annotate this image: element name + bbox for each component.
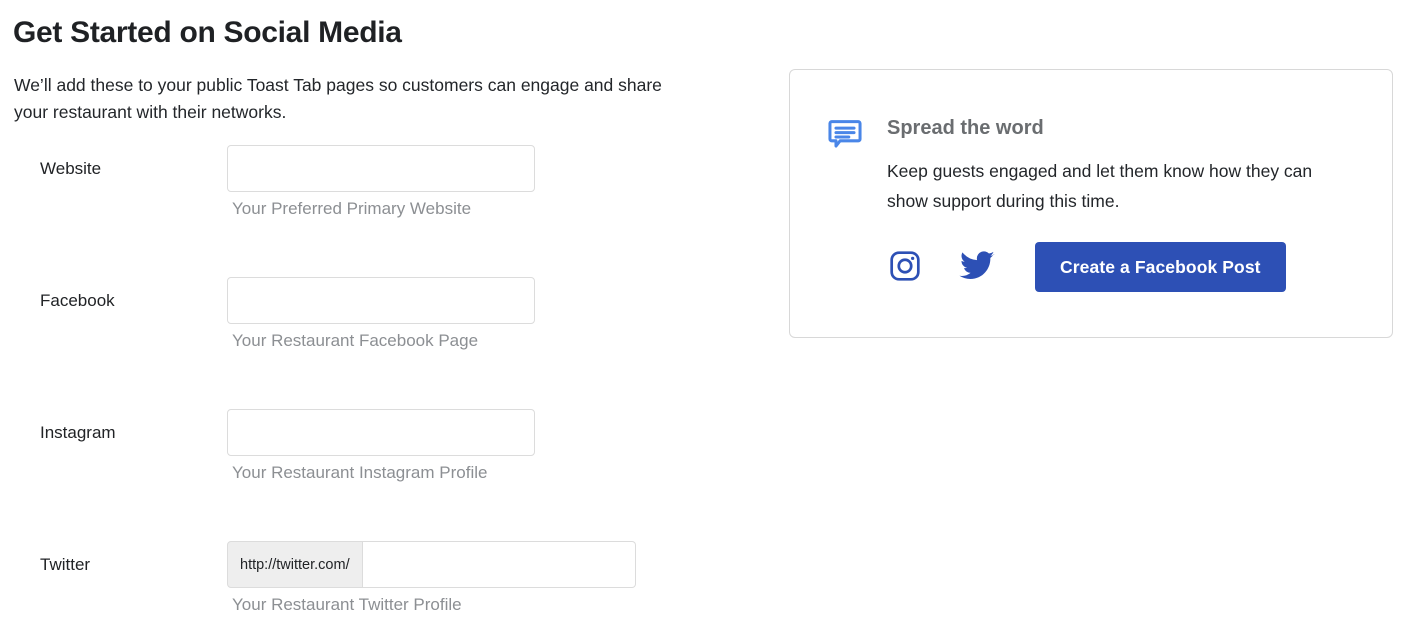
field-control-twitter: http://twitter.com/ bbox=[227, 541, 653, 588]
twitter-input-group: http://twitter.com/ bbox=[227, 541, 653, 588]
twitter-url-prefix: http://twitter.com/ bbox=[227, 541, 363, 588]
promo-card-body: Keep guests engaged and let them know ho… bbox=[887, 161, 1313, 211]
helper-text-instagram: Your Restaurant Instagram Profile bbox=[232, 463, 488, 482]
helper-text-website: Your Preferred Primary Website bbox=[232, 199, 472, 218]
field-control-facebook bbox=[227, 277, 535, 324]
promo-card-actions: Create a Facebook Post bbox=[885, 242, 1286, 292]
helper-text-twitter: Your Restaurant Twitter Profile bbox=[232, 595, 462, 614]
speech-bubble-icon bbox=[826, 115, 864, 153]
website-input[interactable] bbox=[227, 145, 535, 192]
field-control-website bbox=[227, 145, 535, 192]
promo-card-title: Spread the word bbox=[887, 117, 1044, 139]
field-label-instagram: Instagram bbox=[40, 423, 116, 442]
field-label-facebook: Facebook bbox=[40, 291, 115, 310]
page-intro-text: We’ll add these to your public Toast Tab… bbox=[14, 75, 662, 122]
field-control-instagram bbox=[227, 409, 535, 456]
social-media-form-section: Get Started on Social Media We’ll add th… bbox=[0, 0, 760, 644]
create-facebook-post-button[interactable]: Create a Facebook Post bbox=[1035, 242, 1286, 292]
twitter-input[interactable] bbox=[362, 541, 636, 588]
facebook-input[interactable] bbox=[227, 277, 535, 324]
social-media-setup-page: Get Started on Social Media We’ll add th… bbox=[0, 0, 1420, 644]
instagram-input[interactable] bbox=[227, 409, 535, 456]
twitter-icon bbox=[959, 250, 995, 284]
helper-text-facebook: Your Restaurant Facebook Page bbox=[232, 331, 479, 350]
twitter-share-button[interactable] bbox=[957, 247, 997, 287]
instagram-share-button[interactable] bbox=[885, 247, 925, 287]
page-title: Get Started on Social Media bbox=[13, 16, 402, 49]
field-label-twitter: Twitter bbox=[40, 555, 91, 574]
instagram-icon bbox=[888, 249, 922, 286]
field-label-website: Website bbox=[40, 159, 102, 178]
spread-the-word-card: Spread the word Keep guests engaged and … bbox=[789, 69, 1393, 338]
